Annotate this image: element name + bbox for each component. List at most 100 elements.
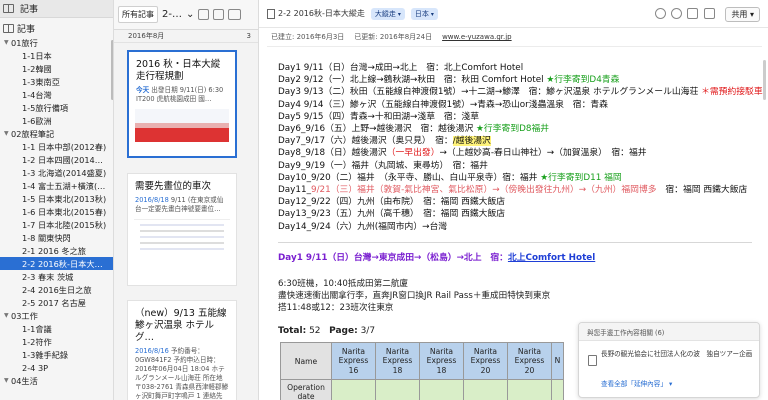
hotel-link[interactable]: 北上Comfort Hotel bbox=[508, 253, 595, 263]
day1-heading: Day1 9/11（日）台灣→東京成田→（松島）→北上 宿：北上Comfort … bbox=[278, 252, 596, 263]
sidebar-item-label: 01旅行 bbox=[11, 37, 38, 48]
note-group-count: 3 bbox=[246, 32, 251, 40]
note-card[interactable]: 2016 秋・日本大縱走行程規劃 今天 出發日期 9/11(日) 6:30 IT… bbox=[127, 50, 237, 158]
sidebar-item-label: 2-5 2017 名古屋 bbox=[22, 297, 86, 308]
share-icon[interactable] bbox=[198, 9, 210, 20]
info-icon[interactable] bbox=[655, 8, 666, 19]
related-content-popup[interactable]: 與您手邊工作內容相關 (6) 長野の観光協会に社団法人化の波 独自ツアー企画 查… bbox=[578, 322, 760, 398]
sidebar-notebook-item[interactable]: 1-3雜手紀錄 bbox=[0, 348, 113, 361]
sidebar-notebook-stack[interactable]: ▼ 01旅行 bbox=[0, 36, 113, 49]
note-body[interactable]: Day1 9/11（日）台灣→成田→北上 宿：北上Comfort Hotel Da… bbox=[278, 62, 763, 314]
itinerary-line: Day13_9/23（五）九州（高千穗） 宿：福岡 西鐵大飯店 bbox=[278, 209, 506, 220]
note-card-title: 需要先畫位的車次 bbox=[135, 181, 212, 192]
evernote-app: 記事 記事 ▼ 01旅行 1-1日本 1-2韓國 1-3東南亞 1-4台灣 1-5旅行備項 1… bbox=[0, 0, 768, 400]
tag-chip[interactable]: 大縱走 ▾ bbox=[370, 7, 405, 20]
sidebar-notebook-item[interactable]: 1-6 日本東北(2015春) bbox=[0, 205, 113, 218]
sidebar-item-label: 1-7 日本北陸(2015秋) bbox=[22, 219, 107, 230]
note-icon bbox=[267, 8, 275, 19]
table-cell bbox=[507, 379, 552, 400]
note-title[interactable]: 2-2 2016秋-日本大縱走 bbox=[278, 8, 365, 19]
sidebar-notebook-item[interactable]: 2-3 春末 茨城 bbox=[0, 270, 113, 283]
note-card[interactable]: 需要先畫位的車次 2016/8/18 9/11 (在東京或仙台一定要先畫白神號要… bbox=[127, 173, 237, 286]
sidebar-notebook-item[interactable]: 1-3東南亞 bbox=[0, 75, 113, 88]
itinerary-line: Day1 9/11（日）台灣→成田→北上 宿：北上Comfort Hotel bbox=[278, 63, 524, 73]
sidebar-notebook-item[interactable]: 1-3 北海道(2014盛夏) bbox=[0, 166, 113, 179]
tag-chip[interactable]: 日本 ▾ bbox=[410, 7, 438, 20]
share-button[interactable]: 共用 ▾ bbox=[725, 7, 760, 22]
sort-dropdown[interactable]: 2-… bbox=[162, 9, 182, 20]
sidebar-notebook-stack[interactable]: ▼ 04生活 bbox=[0, 374, 113, 387]
sidebar-notebook-item[interactable]: 1-6歐洲 bbox=[0, 114, 113, 127]
sidebar-item-label: 1-8 關東快閃 bbox=[22, 232, 71, 243]
sidebar-notebook-item[interactable]: 2-5 2017 名古屋 bbox=[0, 296, 113, 309]
sidebar-notebook-item[interactable]: 1-2韓國 bbox=[0, 62, 113, 75]
sidebar-notebook-stack[interactable]: ▼ 02旅程筆記 bbox=[0, 127, 113, 140]
note-metadata: 已建立: 2016年6月3日 已更新: 2016年8月24日 www.e-yuz… bbox=[259, 28, 768, 46]
sidebar-notebook-item[interactable]: 2-4 2016生日之旅 bbox=[0, 283, 113, 296]
sidebar-notebook-item[interactable]: 2-2 2016秋-日本大… bbox=[0, 257, 113, 270]
table-header-cell: Narita Express 18 bbox=[375, 342, 420, 380]
table-header-cell: N bbox=[551, 342, 564, 380]
reminder-icon[interactable] bbox=[671, 8, 682, 19]
sidebar-header-label: 記事 bbox=[20, 5, 39, 15]
sidebar-notebook-stack[interactable]: ▼ 03工作 bbox=[0, 309, 113, 322]
sidebar-item-label: 02旅程筆記 bbox=[11, 128, 55, 139]
sidebar-notebook-item[interactable]: 1-2 日本四國(2014… bbox=[0, 153, 113, 166]
note-card[interactable]: （new）9/13 五能線 鯵ヶ沢温泉 ホテルグ… 2016/8/16 予約番号… bbox=[127, 300, 237, 400]
sidebar-item-label: 2-4 2016生日之旅 bbox=[22, 284, 92, 295]
sidebar-item-label: 2-4 3P bbox=[22, 362, 49, 373]
filter-dropdown[interactable]: 所有記事 bbox=[118, 6, 158, 23]
expand-triangle-icon[interactable]: ▼ bbox=[4, 312, 11, 319]
editor-scrollbar[interactable] bbox=[763, 60, 766, 100]
itinerary-line: Day4 9/14（三）鯵ヶ沢（五能線白神渡假1號）→青森→恐山or淺蟲溫泉 宿… bbox=[278, 99, 608, 110]
created-date: 已建立: 2016年6月3日 bbox=[271, 33, 345, 41]
sidebar-header[interactable]: 記事 bbox=[0, 0, 113, 18]
expand-triangle-icon[interactable]: ▼ bbox=[4, 130, 11, 137]
sidebar-notebook-item[interactable]: 1-4台灣 bbox=[0, 88, 113, 101]
sidebar-notebook-item[interactable]: 1-8 關東快閃 bbox=[0, 231, 113, 244]
source-url-link[interactable]: www.e-yuzawa.gr.jp bbox=[442, 33, 512, 41]
document-icon bbox=[588, 355, 597, 366]
table-cell bbox=[331, 379, 376, 400]
sidebar-notebook-item[interactable]: 1-5 日本東北(2013秋) bbox=[0, 192, 113, 205]
table-cell bbox=[463, 379, 508, 400]
view-all-related-link[interactable]: 查看全部「延伸內容」 ▾ bbox=[601, 378, 672, 388]
table-header-cell: Narita Express 18 bbox=[419, 342, 464, 380]
sidebar-item-label: 1-6歐洲 bbox=[22, 115, 52, 126]
sidebar-notebook-item[interactable]: 1-1會議 bbox=[0, 322, 113, 335]
note-card-snippet: 2016/8/18 9/11 (在東京或仙台一定要先畫白神號要畫位… bbox=[135, 196, 224, 213]
related-note-title[interactable]: 長野の観光協会に社団法人化の波 独自ツアー企画 bbox=[601, 350, 753, 360]
chevron-down-icon[interactable]: ⌄ bbox=[186, 9, 194, 20]
itinerary-line: Day2 9/12（一）北上線→鶴秋湖→秋田 宿：秋田 Comfort Hote… bbox=[278, 75, 620, 86]
sidebar-notebook-item[interactable]: 1-7 日本北陸(2015秋) bbox=[0, 218, 113, 231]
sidebar-notebook-item[interactable]: 1-4 富士五湖+橫濱(… bbox=[0, 179, 113, 192]
table-header-cell: Narita Express 16 bbox=[331, 342, 376, 380]
sidebar-notes-section[interactable]: 記事 bbox=[0, 20, 113, 36]
presentation-icon[interactable] bbox=[687, 8, 698, 19]
layout-icon[interactable] bbox=[228, 9, 242, 20]
editor-toolbar: 2-2 2016秋-日本大縱走 大縱走 ▾ 日本 ▾ 共用 ▾ bbox=[259, 0, 768, 28]
note-card-snippet: 今天 出發日期 9/11(日) 6:30 IT200 虎航桃園成田 國… bbox=[136, 86, 224, 103]
sidebar-notes-label: 記事 bbox=[17, 24, 36, 35]
sidebar-item-label: 1-1 日本中部(2012春) bbox=[22, 141, 107, 152]
note-card-title: （new）9/13 五能線 鯵ヶ沢温泉 ホテルグ… bbox=[135, 308, 227, 343]
sidebar-item-label: 1-4 富士五湖+橫濱(… bbox=[22, 180, 106, 191]
itinerary-line: Day12_9/22（四）九州（由布院） 宿：福岡 西鐵大飯店 bbox=[278, 197, 506, 208]
expand-icon[interactable] bbox=[704, 8, 715, 19]
note-list-toolbar: 所有記事 2-… ⌄ bbox=[114, 0, 258, 30]
sidebar-notebook-item[interactable]: 1-1日本 bbox=[0, 49, 113, 62]
itinerary-line: Day8_9/18（日）越後湯沢（一早出發）→（上越妙高-春日山神社）→（加賀溫… bbox=[278, 148, 647, 159]
delete-icon[interactable] bbox=[213, 9, 225, 20]
sidebar-notebook-item[interactable]: 1-1 日本中部(2012春) bbox=[0, 140, 113, 153]
note-line: 搭11:48或12：23班次往東京 bbox=[278, 303, 394, 314]
sidebar-item-label: 1-1會議 bbox=[22, 323, 52, 334]
sidebar-notebook-item[interactable]: 1-5旅行備項 bbox=[0, 101, 113, 114]
sidebar-notebook-item[interactable]: 2-1 2016 冬之旅 bbox=[0, 244, 113, 257]
popup-title: 與您手邊工作內容相關 (6) bbox=[579, 323, 759, 341]
total-summary: Total: 52 Page: 3/7 bbox=[278, 326, 376, 336]
sidebar-item-label: 1-3 北海道(2014盛夏) bbox=[22, 167, 107, 178]
sidebar-notebook-item[interactable]: 2-4 3P bbox=[0, 361, 113, 374]
expand-triangle-icon[interactable]: ▼ bbox=[4, 39, 11, 46]
expand-triangle-icon[interactable]: ▼ bbox=[4, 377, 11, 384]
sidebar-notebook-item[interactable]: 1-2符作 bbox=[0, 335, 113, 348]
